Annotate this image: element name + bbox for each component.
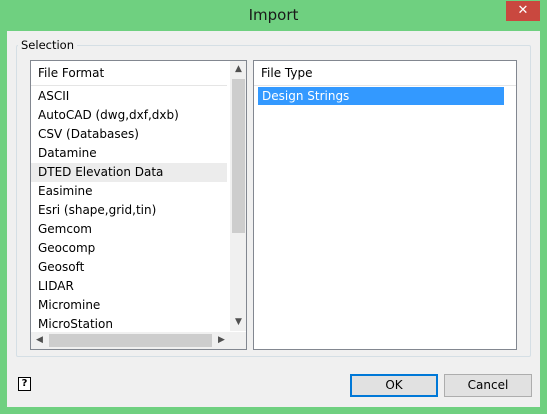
list-item[interactable]: Esri (shape,grid,tin): [31, 201, 227, 220]
vertical-scroll-thumb[interactable]: [232, 79, 245, 233]
list-item[interactable]: LIDAR: [31, 277, 227, 296]
import-dialog: Import ✕ Selection File Format ASCII Aut…: [0, 0, 547, 414]
file-format-header: File Format: [31, 61, 227, 86]
list-item[interactable]: ASCII: [31, 87, 227, 106]
scrollbar-corner: [230, 332, 246, 349]
file-type-item-selected[interactable]: Design Strings: [258, 87, 504, 105]
file-format-items: ASCII AutoCAD (dwg,dxf,dxb) CSV (Databas…: [31, 87, 227, 334]
vertical-scrollbar[interactable]: ▲ ▼: [230, 61, 246, 331]
scroll-up-icon[interactable]: ▲: [230, 61, 246, 78]
scroll-left-icon[interactable]: ◀: [31, 332, 48, 349]
list-item[interactable]: Geosoft: [31, 258, 227, 277]
list-item[interactable]: Easimine: [31, 182, 227, 201]
list-item[interactable]: Gemcom: [31, 220, 227, 239]
list-item[interactable]: DTED Elevation Data: [31, 163, 227, 182]
horizontal-scrollbar[interactable]: ◀ ▶: [31, 332, 230, 349]
list-item[interactable]: Datamine: [31, 144, 227, 163]
window-title: Import: [248, 6, 299, 24]
ok-button[interactable]: OK: [350, 374, 438, 397]
dialog-body: Selection File Format ASCII AutoCAD (dwg…: [7, 31, 540, 407]
file-type-header: File Type: [254, 61, 516, 86]
list-item[interactable]: Geocomp: [31, 239, 227, 258]
close-icon: ✕: [517, 3, 529, 18]
list-item[interactable]: CSV (Databases): [31, 125, 227, 144]
help-icon[interactable]: ?: [18, 377, 31, 391]
file-format-list[interactable]: File Format ASCII AutoCAD (dwg,dxf,dxb) …: [30, 60, 247, 350]
horizontal-scroll-thumb[interactable]: [49, 334, 212, 347]
list-item[interactable]: Micromine: [31, 296, 227, 315]
close-button[interactable]: ✕: [506, 1, 540, 21]
scroll-down-icon[interactable]: ▼: [230, 314, 246, 331]
scroll-right-icon[interactable]: ▶: [213, 332, 230, 349]
title-bar[interactable]: Import ✕: [0, 0, 547, 31]
cancel-button[interactable]: Cancel: [444, 374, 532, 397]
list-item[interactable]: AutoCAD (dwg,dxf,dxb): [31, 106, 227, 125]
selection-group-label: Selection: [18, 38, 77, 52]
